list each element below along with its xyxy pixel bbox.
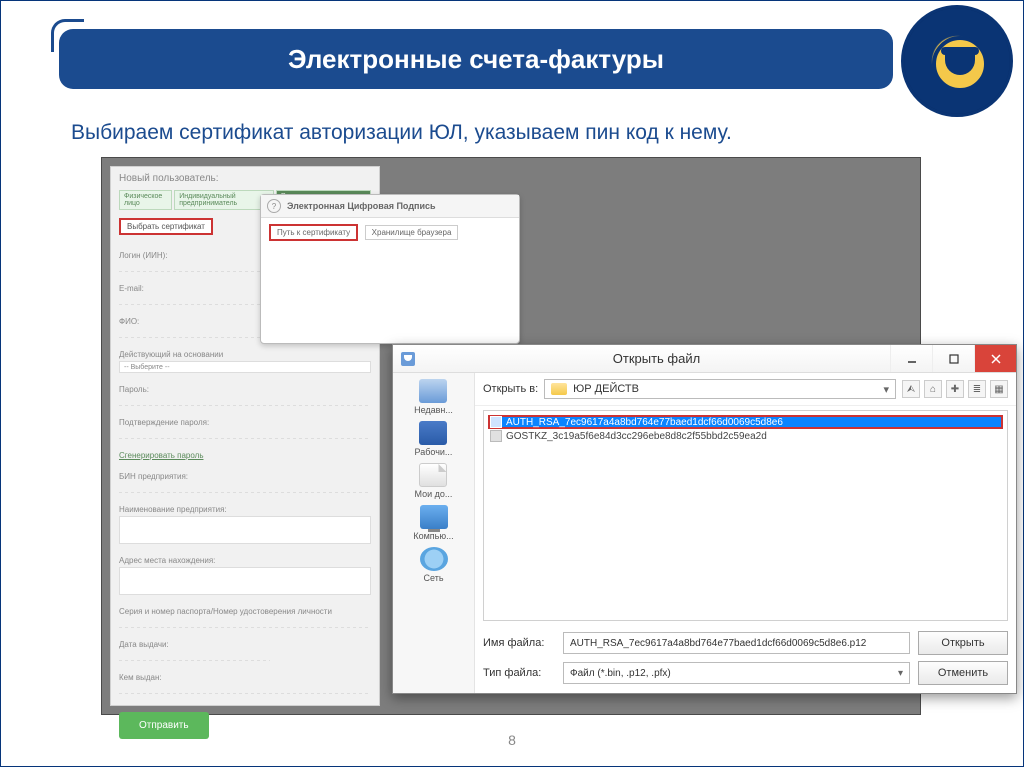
java-icon [401,352,415,366]
tax-committee-logo [901,5,1013,117]
sidebar-documents[interactable]: Мои до... [415,463,453,499]
select-basis[interactable]: -- Выберите -- [119,361,371,373]
help-icon[interactable]: ? [267,199,281,213]
details-view-button[interactable]: ▦ [990,380,1008,398]
sidebar-network-label: Сеть [423,573,443,583]
maximize-button[interactable] [932,345,974,372]
filetype-field[interactable]: Файл (*.bin, .p12, .pfx) ▾ [563,662,910,684]
file-name: GOSTKZ_3c19a5f6e84d3cc296ebe8d8c2f55bbd2… [506,431,767,442]
input-issued-by[interactable] [119,684,371,694]
label-password: Пароль: [119,385,371,394]
eds-tab-store[interactable]: Хранилище браузера [365,225,459,240]
documents-icon [419,463,447,487]
input-company[interactable] [119,516,371,544]
file-list[interactable]: AUTH_RSA_7ec9617a4a8bd764e77baed1dcf66d0… [483,410,1008,621]
label-issue-date: Дата выдачи: [119,640,371,649]
dialog-bottom: Имя файла: AUTH_RSA_7ec9617a4a8bd764e77b… [475,625,1016,693]
dialog-titlebar: Открыть файл [393,345,1016,373]
open-in-label: Открыть в: [483,383,538,395]
input-issue-date[interactable] [119,651,270,661]
filetype-label: Тип файла: [483,667,555,679]
open-button[interactable]: Открыть [918,631,1008,655]
input-password-confirm[interactable] [119,429,371,439]
tab-individual[interactable]: Индивидуальный предприниматель [174,190,274,210]
folder-select[interactable]: ЮР ДЕЙСТВ ▾ [544,379,896,399]
input-passport[interactable] [119,618,371,628]
cancel-button[interactable]: Отменить [918,661,1008,685]
sidebar-computer-label: Компью... [413,531,453,541]
sidebar-computer[interactable]: Компью... [413,505,453,541]
label-company: Наименование предприятия: [119,505,371,514]
recent-icon [419,379,447,403]
input-password[interactable] [119,396,371,406]
file-icon [490,416,502,428]
close-button[interactable] [974,345,1016,372]
filetype-value: Файл (*.bin, .p12, .pfx) [570,668,898,679]
file-name-selected: AUTH_RSA_7ec9617a4a8bd764e77baed1dcf66d0… [506,417,783,428]
label-issued-by: Кем выдан: [119,673,371,682]
sidebar-desktop-label: Рабочи... [415,447,453,457]
label-bin: БИН предприятия: [119,472,371,481]
computer-icon [420,505,448,529]
label-passport: Серия и номер паспорта/Номер удостоверен… [119,607,371,616]
screenshot-frame: Новый пользователь: Физическое лицо Инди… [101,157,921,715]
new-user-heading: Новый пользователь: [119,173,371,184]
label-basis: Действующий на основании [119,350,371,359]
instruction-text: Выбираем сертификат авторизации ЮЛ, указ… [71,121,732,145]
file-row[interactable]: GOSTKZ_3c19a5f6e84d3cc296ebe8d8c2f55bbd2… [488,429,1003,443]
eds-popup-title: Электронная Цифровая Подпись [287,201,436,211]
file-open-dialog: Открыть файл Недавн... Рабочи... М [392,344,1017,694]
slide-title-bar: Электронные счета-фактуры [59,29,893,89]
page-number: 8 [1,732,1023,748]
chevron-down-icon: ▾ [898,668,903,679]
slide-title: Электронные счета-фактуры [288,44,664,75]
up-folder-button[interactable]: ⮙ [902,380,920,398]
network-icon [420,547,448,571]
dialog-sidebar: Недавн... Рабочи... Мои до... Компью... … [393,373,475,693]
sidebar-recent[interactable]: Недавн... [414,379,453,415]
new-folder-button[interactable]: ✚ [946,380,964,398]
location-row: Открыть в: ЮР ДЕЙСТВ ▾ ⮙ ⌂ ✚ ≣ ▦ [475,373,1016,406]
eds-popup: ? Электронная Цифровая Подпись Путь к се… [260,194,520,344]
label-address: Адрес места нахождения: [119,556,371,565]
home-button[interactable]: ⌂ [924,380,942,398]
dialog-toolbar: ⮙ ⌂ ✚ ≣ ▦ [902,380,1008,398]
input-bin[interactable] [119,483,371,493]
label-password-confirm: Подтверждение пароля: [119,418,371,427]
generate-password-link[interactable]: Сгенерировать пароль [119,451,371,460]
sidebar-desktop[interactable]: Рабочи... [415,421,453,457]
sidebar-recent-label: Недавн... [414,405,453,415]
folder-icon [551,383,567,395]
file-row-selected[interactable]: AUTH_RSA_7ec9617a4a8bd764e77baed1dcf66d0… [488,415,1003,429]
select-certificate-button[interactable]: Выбрать сертификат [119,218,213,235]
folder-name: ЮР ДЕЙСТВ [573,383,639,395]
dialog-title: Открыть файл [423,351,890,366]
eds-tab-path[interactable]: Путь к сертификату [269,224,358,241]
sidebar-network[interactable]: Сеть [420,547,448,583]
filename-value: AUTH_RSA_7ec9617a4a8bd764e77baed1dcf66d0… [570,638,866,649]
chevron-down-icon: ▾ [883,383,889,396]
filename-field[interactable]: AUTH_RSA_7ec9617a4a8bd764e77baed1dcf66d0… [563,632,910,654]
eds-popup-header: ? Электронная Цифровая Подпись [261,195,519,218]
input-address[interactable] [119,567,371,595]
desktop-icon [419,421,447,445]
list-view-button[interactable]: ≣ [968,380,986,398]
sidebar-documents-label: Мои до... [415,489,453,499]
minimize-button[interactable] [890,345,932,372]
filename-label: Имя файла: [483,637,555,649]
file-icon [490,430,502,442]
tab-physical[interactable]: Физическое лицо [119,190,172,210]
